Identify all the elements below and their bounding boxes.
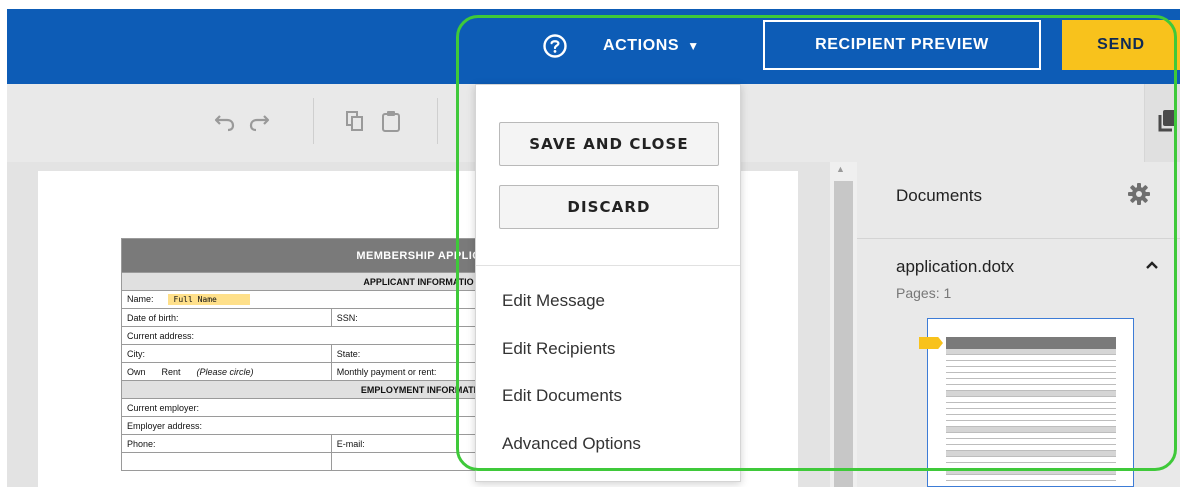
panel-divider — [857, 238, 1180, 239]
caret-down-icon: ▼ — [687, 39, 700, 53]
name-label: Name: — [127, 294, 154, 304]
field-marker-tag — [919, 337, 943, 349]
redo-icon[interactable] — [248, 110, 270, 132]
send-button[interactable]: SEND — [1062, 20, 1180, 70]
save-and-close-button[interactable]: SAVE AND CLOSE — [499, 122, 719, 166]
actions-label: ACTIONS — [603, 37, 680, 54]
toolbar-separator — [437, 98, 438, 144]
toolbar-separator — [313, 98, 314, 144]
document-file-name[interactable]: application.dotx — [896, 257, 1014, 277]
menu-item-edit-recipients[interactable]: Edit Recipients — [502, 339, 615, 359]
scrollbar-thumb[interactable] — [834, 181, 853, 487]
document-thumbnail[interactable] — [927, 318, 1134, 487]
recipient-preview-button[interactable]: RECIPIENT PREVIEW — [763, 20, 1041, 70]
menu-item-edit-documents[interactable]: Edit Documents — [502, 386, 622, 406]
full-name-field[interactable]: Full Name — [167, 294, 250, 305]
menu-divider — [476, 265, 740, 266]
scroll-up-arrow-icon[interactable]: ▲ — [836, 164, 845, 174]
left-frame-border — [0, 0, 7, 487]
document-pages-count: Pages: 1 — [896, 285, 952, 301]
dob-label: Date of birth: — [121, 308, 332, 327]
actions-dropdown-menu: SAVE AND CLOSE DISCARD Edit Message Edit… — [475, 84, 741, 482]
chevron-up-icon[interactable] — [1145, 258, 1159, 272]
city-label: City: — [121, 344, 332, 363]
actions-menu-button[interactable]: ACTIONS ▼ — [603, 35, 700, 57]
paste-icon[interactable] — [381, 110, 401, 132]
thumbnail-page — [946, 337, 1116, 486]
documents-panel-icon[interactable] — [1157, 108, 1179, 134]
copy-icon[interactable] — [345, 110, 365, 132]
please-circle-note: (Please circle) — [196, 366, 254, 377]
rent-label: Rent — [161, 366, 181, 377]
menu-item-advanced-options[interactable]: Advanced Options — [502, 434, 641, 454]
documents-heading: Documents — [896, 186, 982, 205]
own-label: Own — [127, 366, 146, 377]
gear-icon[interactable] — [1128, 183, 1150, 205]
phone-label: Phone: — [121, 434, 332, 453]
discard-button[interactable]: DISCARD — [499, 185, 719, 229]
menu-item-edit-message[interactable]: Edit Message — [502, 291, 605, 311]
undo-icon[interactable] — [214, 110, 236, 132]
help-circle-icon[interactable] — [542, 33, 568, 59]
